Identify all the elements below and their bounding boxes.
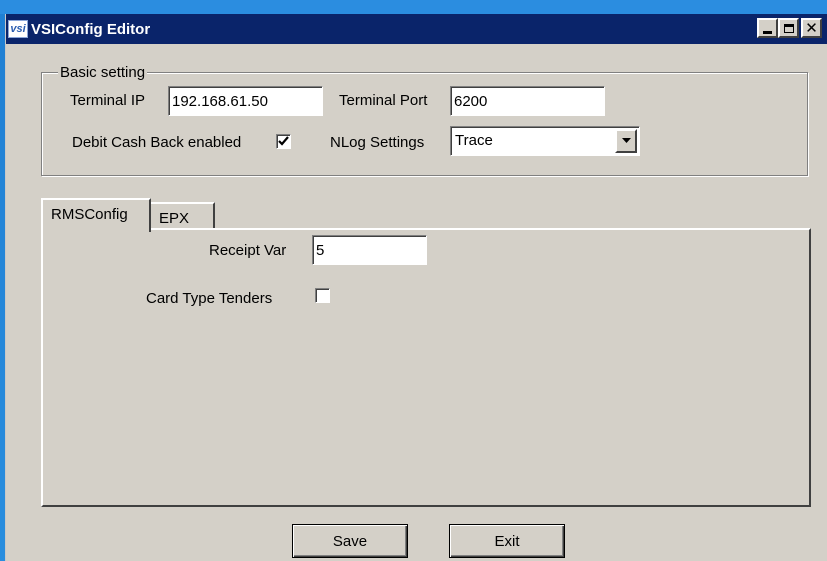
exit-button[interactable]: Exit (449, 524, 565, 558)
rmsconfig-panel (41, 228, 811, 507)
nlog-settings-select[interactable]: Trace (450, 126, 640, 156)
app-icon: vsi (8, 20, 28, 38)
maximize-button[interactable] (778, 18, 799, 38)
basic-setting-group (41, 72, 808, 176)
receipt-var-label: Receipt Var (209, 242, 287, 259)
card-type-tenders-checkbox[interactable] (315, 288, 330, 303)
app-window: vsi VSIConfig Editor ✕ Basic setting Ter… (5, 14, 827, 561)
basic-setting-legend: Basic setting (58, 64, 148, 81)
receipt-var-input[interactable] (312, 235, 427, 265)
maximize-icon (783, 23, 794, 33)
nlog-dropdown-button[interactable] (615, 129, 637, 153)
minimize-button[interactable] (757, 18, 778, 38)
tab-rmsconfig[interactable]: RMSConfig (41, 198, 151, 232)
checkmark-icon (278, 136, 289, 146)
debit-cashback-checkbox[interactable] (276, 134, 291, 149)
window-controls: ✕ (757, 18, 822, 38)
card-type-tenders-label: Card Type Tenders (146, 290, 273, 307)
save-button[interactable]: Save (292, 524, 408, 558)
chevron-down-icon (621, 138, 631, 143)
tab-rmsconfig-label: RMSConfig (51, 206, 128, 223)
close-icon: ✕ (805, 18, 818, 37)
close-button[interactable]: ✕ (801, 18, 822, 38)
debit-cashback-label: Debit Cash Back enabled (72, 134, 242, 151)
minimize-icon (763, 30, 772, 34)
title-bar[interactable]: vsi VSIConfig Editor ✕ (6, 14, 827, 44)
window-title: VSIConfig Editor (31, 20, 151, 38)
nlog-selected-value: Trace (455, 132, 493, 149)
terminal-ip-label: Terminal IP (70, 92, 146, 109)
nlog-settings-label: NLog Settings (330, 134, 425, 151)
terminal-port-input[interactable] (450, 86, 605, 116)
tab-epx-label: EPX (159, 210, 190, 227)
desktop-background (0, 0, 827, 14)
terminal-ip-input[interactable] (168, 86, 323, 116)
terminal-port-label: Terminal Port (339, 92, 428, 109)
